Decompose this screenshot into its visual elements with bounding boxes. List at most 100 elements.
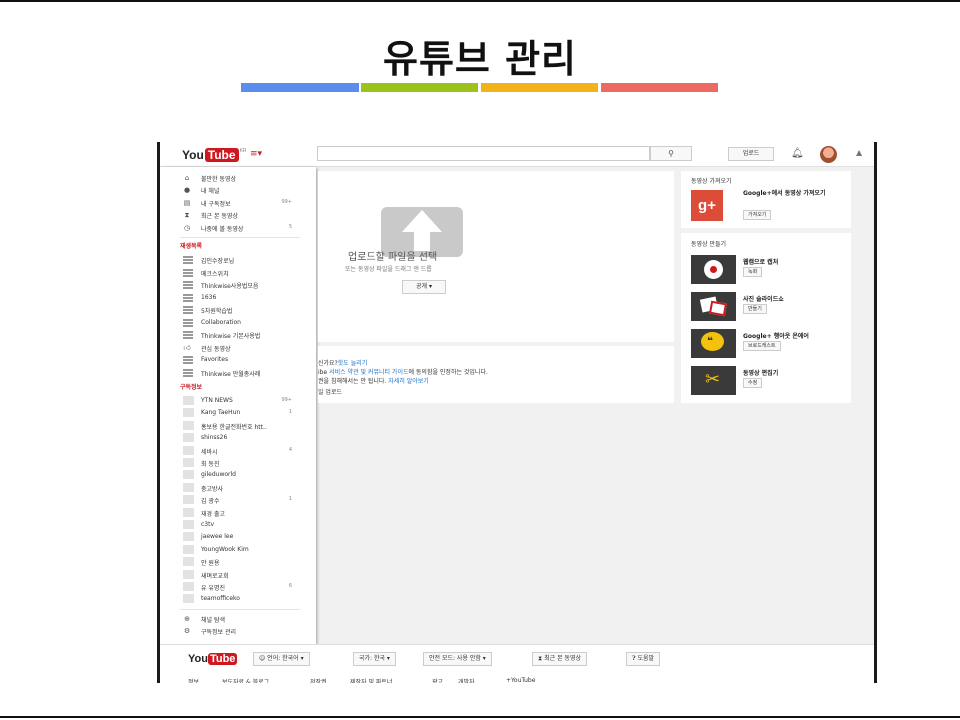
search-icon: ⚲ — [668, 149, 674, 158]
webcam-icon[interactable] — [691, 255, 736, 284]
footer-link[interactable]: 광고 — [432, 677, 443, 683]
sidebar-item-label: 최근 본 동영상 — [201, 213, 238, 221]
sidebar-subscription-item[interactable]: jaewee lee — [160, 531, 316, 543]
sidebar-item[interactable]: ● 내 채널 — [160, 184, 316, 196]
sidebar-subscription-item[interactable]: 유 유명진 6 — [160, 581, 316, 593]
sidebar-playlist-item[interactable]: Thinkwise 기본사용법 — [160, 329, 316, 341]
history-button[interactable]: ⧗ 최근 본 동영상 — [532, 652, 588, 666]
guide-menu-icon[interactable]: ≡▾ — [250, 149, 266, 159]
channel-thumbnail — [183, 445, 194, 455]
create-tool-button[interactable]: 수정 — [743, 378, 763, 388]
playlist-icon — [183, 293, 193, 302]
sidebar-subscription-item[interactable]: gileduworld — [160, 469, 316, 481]
sidebar-playlist-item[interactable]: Collaboration — [160, 317, 316, 329]
sidebar-item-label: 안 원용 — [201, 560, 220, 568]
sidebar-playlist-item[interactable]: 메크스위치 — [160, 267, 316, 279]
privacy-dropdown[interactable]: 공개 ▾ — [402, 280, 446, 294]
sidebar-subscription-item[interactable]: 충고방사 — [160, 482, 316, 494]
language-button[interactable]: ☺ 언어: 한국어 ▾ — [253, 652, 310, 666]
avatar[interactable] — [820, 146, 837, 163]
sidebar-subscription-item[interactable]: teamofficeko — [160, 593, 316, 605]
sidebar-subscription-item[interactable]: c3tv — [160, 519, 316, 531]
channel-thumbnail — [183, 569, 194, 579]
sidebar-item-label: Favorites — [201, 356, 229, 363]
user-icon: ● — [183, 186, 191, 195]
create-panel-title: 동영상 만들기 — [691, 241, 727, 248]
sidebar-item-label: 나중에 볼 동영상 — [201, 225, 244, 233]
footer-link[interactable]: +YouTube — [506, 677, 535, 683]
clock-icon: ◷ — [183, 223, 191, 232]
channel-thumbnail — [183, 420, 194, 430]
sidebar-item[interactable]: ⧗ 최근 본 동영상 — [160, 209, 316, 221]
create-tool-button[interactable]: 녹화 — [743, 267, 763, 277]
sidebar-subscription-item[interactable]: Kang TaeHun 1 — [160, 407, 316, 419]
thumbs-up-icon: 👍︎ — [183, 343, 191, 352]
sidebar-subscription-item[interactable]: 안 원용 — [160, 556, 316, 568]
quality-link[interactable]: 핫도 늘리기 — [338, 360, 368, 367]
sidebar-item-label: 홍보용 한글전화번호 htt.. — [201, 423, 267, 431]
sidebar-bottom-item[interactable]: ⊕ 채널 탐색 — [160, 613, 316, 625]
sidebar-item-label: 유 유명진 — [201, 585, 225, 592]
learn-more-link[interactable]: 자세히 알아보기 — [388, 378, 429, 385]
sidebar-playlist-item[interactable]: Thinkwise 만월총사례 — [160, 367, 316, 379]
create-tool-button[interactable]: 만들기 — [743, 304, 767, 314]
upload-button[interactable]: 업로드 — [728, 147, 774, 161]
sidebar-item-label: teamofficeko — [201, 595, 240, 603]
sidebar-bottom-item[interactable]: ⚙ 구독정보 관리 — [160, 625, 316, 637]
sidebar-subscription-item[interactable]: YTN NEWS 99+ — [160, 395, 316, 407]
playlist-icon — [183, 331, 193, 339]
footer-link[interactable]: 저작권 — [310, 677, 327, 683]
sidebar-playlist-item[interactable]: Favorites — [160, 354, 316, 366]
sidebar-playlist-item[interactable]: 5차원학습법 — [160, 304, 316, 316]
hangouts-icon[interactable]: ❝ — [691, 329, 736, 358]
safety-mode-button[interactable]: 안전 모드: 사용 안함 ▾ — [423, 652, 492, 666]
home-icon: ⌂ — [184, 174, 190, 182]
scroll-up-icon[interactable]: ▲ — [856, 148, 862, 157]
sidebar-subscription-item[interactable]: 재경 출고 — [160, 507, 316, 519]
sidebar-item[interactable]: ▤ 내 구독정보 99+ — [160, 197, 316, 209]
create-tool-button[interactable]: 브로드캐스트 — [743, 341, 781, 351]
sidebar-subscription-item[interactable]: 새며로교회 — [160, 569, 316, 581]
video-editor-icon[interactable]: ✂ — [691, 366, 736, 395]
top-bar: You Tube KR ≡▾ ⚲ 업로드 🔔︎ ▲ — [160, 142, 874, 167]
footer-youtube-logo[interactable]: You Tube — [188, 653, 238, 665]
sidebar-item[interactable]: ◷ 나중에 볼 동영상 5 — [160, 222, 316, 234]
sidebar-subscription-item[interactable]: 세바시 4 — [160, 445, 316, 457]
sidebar-subscription-item[interactable]: 김 광수 1 — [160, 494, 316, 506]
upload-panel[interactable]: 업로드할 파일을 선택 또는 동영상 파일을 드래그 앤 드롭 공개 ▾ — [318, 171, 674, 342]
multi-upload-text[interactable]: 일 업로드 — [318, 387, 342, 396]
import-button[interactable]: 가져오기 — [743, 210, 772, 220]
create-video-panel: 동영상 만들기 웹캠으로 캡처 녹화 사진 슬라이드쇼 만들기 ❝ Google+ 행아웃… — [681, 233, 851, 403]
create-tool-name: 사진 슬라이드쇼 — [743, 296, 784, 303]
photo-slideshow-icon[interactable] — [691, 292, 736, 321]
sidebar-subscription-item[interactable]: YoungWook Kim — [160, 544, 316, 556]
footer-link[interactable]: 개발자 — [458, 677, 475, 683]
terms-link[interactable]: 서비스 약관 및 커뮤니티 가이드 — [329, 369, 408, 376]
sidebar-playlist-item[interactable]: 1636 — [160, 292, 316, 304]
create-tool-name: 동영상 편집기 — [743, 370, 779, 377]
bell-icon[interactable]: 🔔︎ — [791, 148, 804, 159]
sidebar-divider — [180, 237, 300, 238]
sidebar-subscription-item[interactable]: 홍보용 한글전화번호 htt.. — [160, 420, 316, 432]
sidebar-playlist-item[interactable]: 김인수장로님 — [160, 254, 316, 266]
search-input[interactable] — [317, 146, 650, 161]
footer-link[interactable]: 정보 — [188, 677, 199, 683]
sidebar-item-label: Thinkwise 기본사용법 — [201, 333, 261, 340]
sidebar-playlist-item[interactable]: Thinkwise사용법모음 — [160, 279, 316, 291]
import-video-panel: 동영상 가져오기 g+ Google+에서 동영상 가져오기 가져오기 — [681, 171, 851, 228]
sidebar-playlist-item[interactable]: 👍︎ 관심 동영상 — [160, 342, 316, 354]
sidebar-subscription-item[interactable]: 최 동진 — [160, 457, 316, 469]
footer-link[interactable]: 보도자료 & 블로그 — [222, 677, 269, 683]
sidebar-subscription-item[interactable]: shinss26 — [160, 432, 316, 444]
search-button[interactable]: ⚲ — [650, 146, 692, 161]
google-plus-import-name: Google+에서 동영상 가져오기 — [743, 190, 826, 197]
channel-thumbnail — [183, 408, 194, 418]
sidebar-item-label: 최 동진 — [201, 461, 220, 468]
sidebar-item-label: 세바시 — [201, 448, 218, 456]
help-button[interactable]: ❓︎ 도움말 — [626, 652, 661, 666]
footer-link[interactable]: 제작자 및 파트너 — [350, 677, 392, 683]
country-button[interactable]: 국가: 한국 ▾ — [353, 652, 396, 666]
youtube-logo[interactable]: You Tube KR — [182, 148, 247, 162]
playlist-heading: 재생목록 — [180, 243, 203, 250]
sidebar-item[interactable]: ⌂ 불만한 동영상 — [160, 172, 316, 184]
